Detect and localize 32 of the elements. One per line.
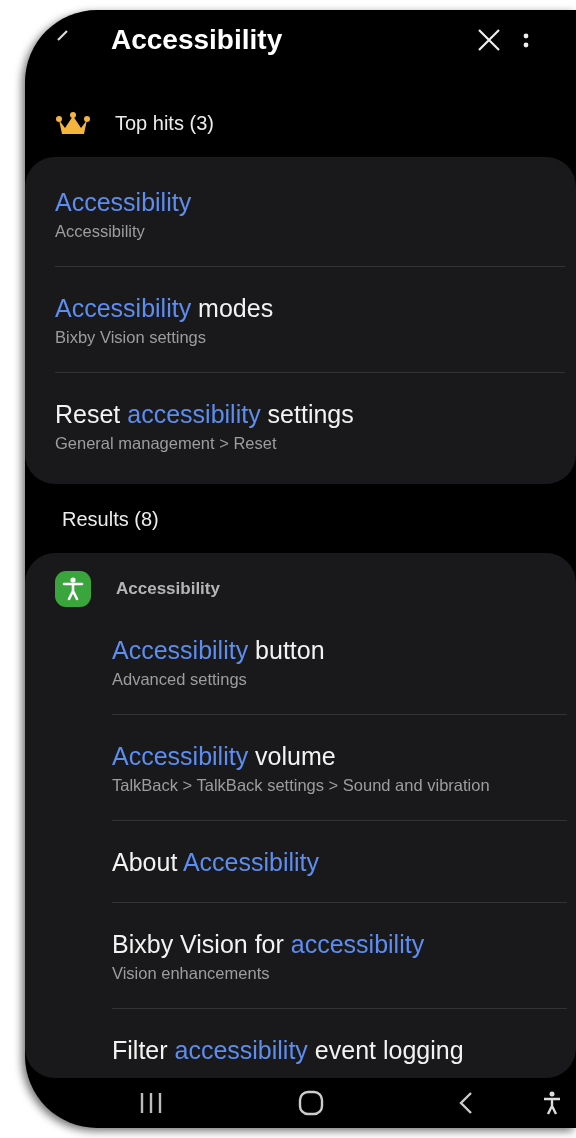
result-title: Accessibility volume	[112, 741, 337, 772]
result-title: Reset accessibility settings	[55, 399, 355, 430]
result-title: Accessibility button	[112, 635, 326, 666]
search-result[interactable]: Bixby Vision for accessibility Vision enhancements	[112, 902, 567, 1009]
result-subtitle: Advanced settings	[112, 669, 248, 690]
page-title: Accessibility	[111, 24, 283, 57]
result-subtitle: General management > Reset	[55, 433, 278, 454]
search-result[interactable]: Accessibility Accessibility	[55, 161, 565, 267]
home-icon[interactable]	[298, 1090, 324, 1116]
result-subtitle: Vision enhancements	[112, 963, 271, 984]
group-label: Accessibility	[116, 579, 220, 600]
close-icon[interactable]	[477, 28, 502, 53]
accessibility-icon[interactable]	[542, 1091, 562, 1115]
result-subtitle: Accessibility	[55, 221, 146, 242]
result-title: Filter accessibility event logging	[112, 1035, 465, 1066]
recent-apps-icon[interactable]	[138, 1092, 164, 1114]
result-subtitle: TalkBack > TalkBack settings > Sound and vibration	[112, 775, 491, 796]
search-result[interactable]: Reset accessibility settings General management > Reset	[55, 372, 565, 479]
search-result[interactable]: Filter accessibility event logging	[112, 1008, 567, 1078]
section-header: Results (8)	[62, 507, 160, 533]
accessibility-app-icon	[55, 571, 91, 608]
section-header: Top hits (3)	[115, 112, 214, 136]
crown-icon	[55, 111, 91, 136]
result-title: Accessibility modes	[55, 293, 275, 324]
search-result[interactable]: Accessibility button Advanced settings	[112, 609, 567, 715]
result-title: Bixby Vision for accessibility	[112, 929, 426, 960]
result-subtitle: Bixby Vision settings	[55, 327, 208, 348]
search-result[interactable]: Accessibility modes Bixby Vision settings	[55, 266, 565, 373]
search-result[interactable]: About Accessibility	[112, 820, 567, 903]
result-title: Accessibility	[55, 187, 193, 218]
result-title: About Accessibility	[112, 847, 321, 878]
search-result[interactable]: Accessibility volume TalkBack > TalkBack settings > Sound and vibration	[112, 714, 567, 821]
